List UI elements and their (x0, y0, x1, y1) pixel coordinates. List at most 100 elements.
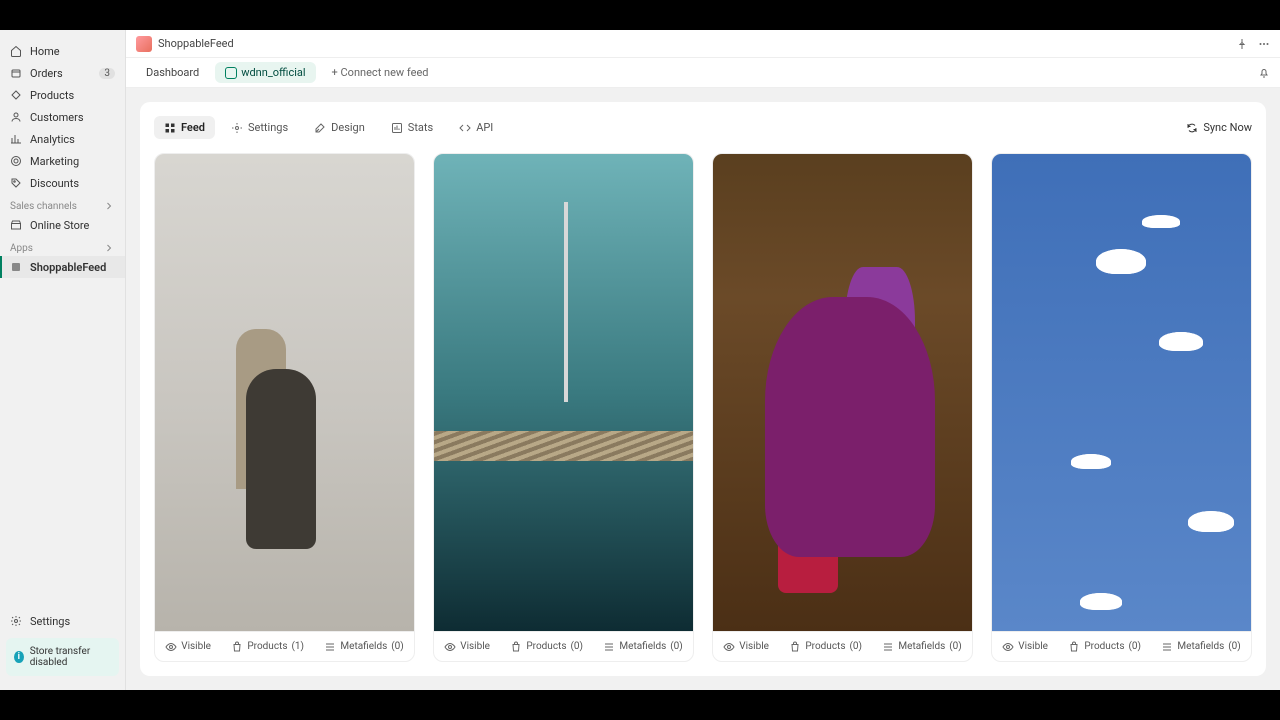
instagram-icon (225, 67, 237, 79)
marketing-icon (10, 155, 22, 167)
sync-icon (1186, 122, 1198, 134)
visible-toggle[interactable]: Visible (723, 641, 769, 653)
eye-icon (1002, 641, 1014, 653)
nav-marketing[interactable]: Marketing (0, 150, 125, 172)
discounts-icon (10, 177, 22, 189)
more-icon[interactable] (1258, 38, 1270, 50)
store-transfer-banner: i Store transfer disabled (6, 638, 119, 676)
feed-card[interactable]: Visible Products (1) Metafields (0) (154, 153, 415, 662)
nav-discounts[interactable]: Discounts (0, 172, 125, 194)
nav-label: ShoppableFeed (30, 261, 106, 274)
subtab-feed[interactable]: Feed (154, 116, 215, 139)
nav-label: Analytics (30, 133, 75, 146)
eye-icon (444, 641, 456, 653)
brush-icon (314, 122, 326, 134)
metafields-button[interactable]: Metafields (0) (324, 641, 403, 653)
subtab-stats[interactable]: Stats (381, 116, 443, 139)
nav-label: Customers (30, 111, 84, 124)
list-icon (882, 641, 894, 653)
feed-card[interactable]: Visible Products (0) Metafields (0) (712, 153, 973, 662)
sidebar: Home Orders 3 Products Customers Analyti… (0, 30, 126, 690)
tab-connect-new[interactable]: + Connect new feed (322, 62, 439, 83)
nav-online-store[interactable]: Online Store (0, 214, 125, 236)
subtabs: Feed Settings Design Stats (154, 116, 1252, 139)
nav-label: Discounts (30, 177, 79, 190)
nav-label: Home (30, 45, 60, 58)
visible-toggle[interactable]: Visible (444, 641, 490, 653)
stats-icon (391, 122, 403, 134)
feed-image (155, 154, 414, 631)
info-icon: i (14, 651, 24, 663)
pin-icon[interactable] (1236, 38, 1248, 50)
code-icon (459, 122, 471, 134)
tab-feed[interactable]: wdnn_official (215, 62, 315, 83)
store-icon (10, 219, 22, 231)
app-logo (136, 36, 152, 52)
list-icon (603, 641, 615, 653)
products-button[interactable]: Products (0) (510, 641, 583, 653)
nav-home[interactable]: Home (0, 40, 125, 62)
sync-button[interactable]: Sync Now (1186, 121, 1252, 134)
subtab-settings[interactable]: Settings (221, 116, 298, 139)
main: ShoppableFeed Dashboard wdnn_official + … (126, 30, 1280, 690)
nav-analytics[interactable]: Analytics (0, 128, 125, 150)
nav-products[interactable]: Products (0, 84, 125, 106)
bag-icon (510, 641, 522, 653)
feed-image (713, 154, 972, 631)
nav-shoppablefeed[interactable]: ShoppableFeed (0, 256, 125, 278)
products-button[interactable]: Products (1) (231, 641, 304, 653)
bag-icon (231, 641, 243, 653)
chevron-right-icon (103, 200, 115, 212)
card-footer: Visible Products (0) Metafields (0) (992, 631, 1251, 661)
app-title: ShoppableFeed (158, 37, 234, 50)
content: Feed Settings Design Stats (126, 88, 1280, 690)
bag-icon (789, 641, 801, 653)
feed-card[interactable]: Visible Products (0) Metafields (0) (991, 153, 1252, 662)
visible-toggle[interactable]: Visible (1002, 641, 1048, 653)
card-footer: Visible Products (0) Metafields (0) (713, 631, 972, 661)
feed-image (992, 154, 1251, 631)
section-apps[interactable]: Apps (0, 236, 125, 256)
section-sales-channels[interactable]: Sales channels (0, 194, 125, 214)
panel: Feed Settings Design Stats (140, 102, 1266, 676)
customers-icon (10, 111, 22, 123)
bell-icon[interactable] (1258, 67, 1270, 79)
subtab-api[interactable]: API (449, 116, 503, 139)
gear-icon (10, 615, 22, 627)
products-button[interactable]: Products (0) (789, 641, 862, 653)
products-button[interactable]: Products (0) (1068, 641, 1141, 653)
bag-icon (1068, 641, 1080, 653)
card-footer: Visible Products (1) Metafields (0) (155, 631, 414, 661)
chevron-right-icon (103, 242, 115, 254)
feed-grid: Visible Products (1) Metafields (0) Visi… (154, 153, 1252, 662)
nav-label: Orders (30, 67, 63, 80)
subtab-design[interactable]: Design (304, 116, 375, 139)
list-icon (1161, 641, 1173, 653)
metafields-button[interactable]: Metafields (0) (882, 641, 961, 653)
nav-label: Marketing (30, 155, 79, 168)
feed-image (434, 154, 693, 631)
visible-toggle[interactable]: Visible (165, 641, 211, 653)
metafields-button[interactable]: Metafields (0) (1161, 641, 1240, 653)
nav-orders[interactable]: Orders 3 (0, 62, 125, 84)
orders-badge: 3 (99, 68, 115, 79)
nav-label: Online Store (30, 219, 89, 232)
products-icon (10, 89, 22, 101)
nav-settings[interactable]: Settings (0, 610, 125, 632)
eye-icon (165, 641, 177, 653)
gear-icon (231, 122, 243, 134)
orders-icon (10, 67, 22, 79)
home-icon (10, 45, 22, 57)
metafields-button[interactable]: Metafields (0) (603, 641, 682, 653)
nav-label: Settings (30, 615, 70, 628)
feed-card[interactable]: Visible Products (0) Metafields (0) (433, 153, 694, 662)
eye-icon (723, 641, 735, 653)
grid-icon (164, 122, 176, 134)
nav-customers[interactable]: Customers (0, 106, 125, 128)
app-icon (10, 261, 22, 273)
list-icon (324, 641, 336, 653)
nav-label: Products (30, 89, 74, 102)
topbar: ShoppableFeed (126, 30, 1280, 58)
analytics-icon (10, 133, 22, 145)
tab-dashboard[interactable]: Dashboard (136, 62, 209, 83)
